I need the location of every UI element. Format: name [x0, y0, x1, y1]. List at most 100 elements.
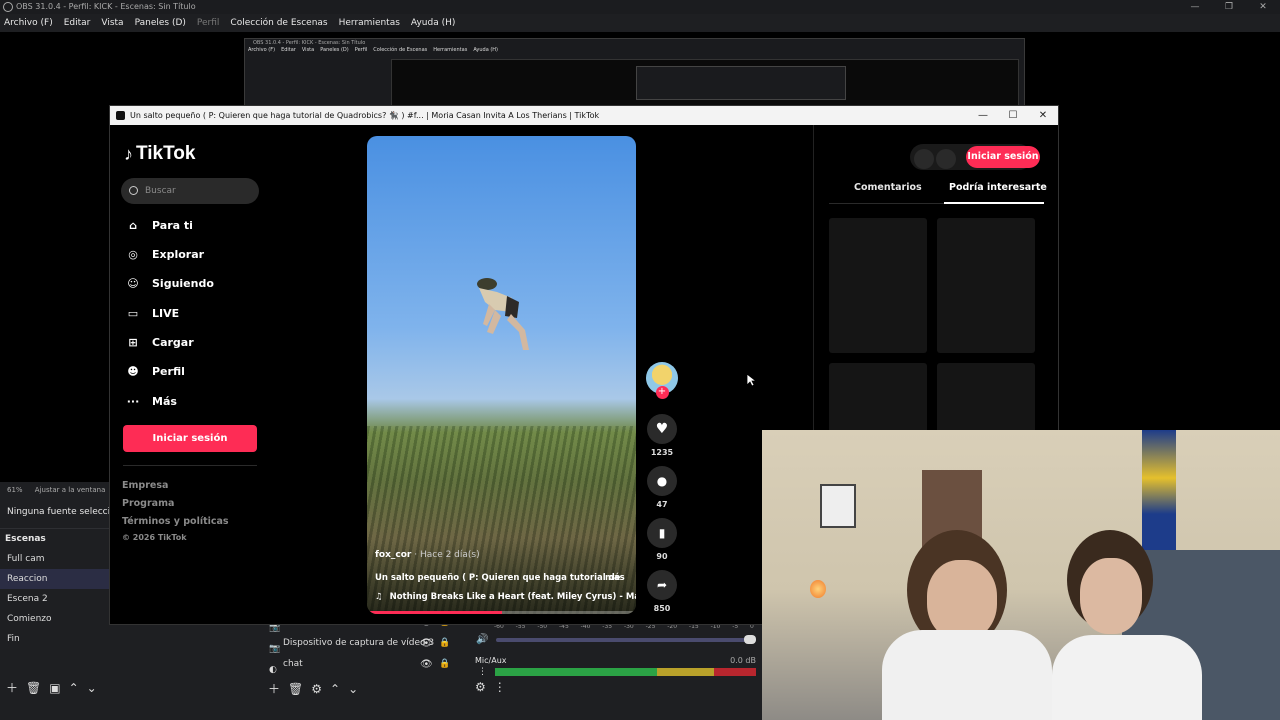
menu-vista[interactable]: Vista — [101, 14, 123, 32]
follow-plus-icon[interactable]: + — [655, 386, 669, 399]
mouse-cursor-icon — [746, 373, 756, 387]
advanced-audio-icon[interactable]: ⚙ — [475, 680, 486, 694]
close-icon[interactable]: ✕ — [1246, 0, 1280, 14]
login-button[interactable]: Iniciar sesión — [123, 425, 257, 452]
search-input[interactable]: Buscar — [121, 178, 259, 204]
search-icon — [129, 186, 138, 195]
source-row[interactable]: 📷 Dispositivo de captura de vídeo 3 👁 🔒 — [262, 633, 468, 654]
video-author-line[interactable]: fox_cor · Hace 2 día(s) — [375, 550, 480, 560]
source-label: Dispositivo de captura de vídeo 3 — [283, 638, 435, 648]
nested-menu-item: Perfil — [354, 47, 368, 53]
visibility-eye-icon[interactable]: 👁 — [420, 654, 433, 675]
sidebar-divider — [123, 465, 257, 466]
nav-cargar[interactable]: ⊞ Cargar — [124, 331, 193, 353]
comment-bubble-icon[interactable]: ● — [647, 466, 677, 496]
tiktok-note-icon: ♪ — [124, 143, 133, 164]
compass-icon[interactable] — [914, 149, 934, 169]
lock-icon[interactable]: 🔒 — [439, 633, 450, 654]
phone-icon[interactable] — [936, 149, 956, 169]
move-up-icon[interactable]: ⌃ — [69, 681, 79, 695]
caption-more-link[interactable]: más — [605, 573, 625, 583]
move-up-icon[interactable]: ⌃ — [330, 682, 340, 696]
video-author[interactable]: fox_cor — [375, 550, 411, 560]
volume-fader[interactable] — [496, 634, 756, 644]
footer-copyright: © 2026 TikTok — [122, 533, 187, 542]
menu-herramientas[interactable]: Herramientas — [339, 14, 400, 32]
audio-mixer-panel: -60 -55 -50 -45 -40 -35 -30 -25 -20 -15 … — [472, 612, 762, 700]
speaker-icon[interactable]: 🔊 — [476, 634, 488, 645]
filters-icon[interactable]: ▣ — [49, 681, 60, 695]
menu-paneles[interactable]: Paneles (D) — [135, 14, 186, 32]
add-source-icon[interactable]: ＋ — [268, 680, 280, 697]
heart-icon[interactable]: ♥ — [647, 414, 677, 444]
tab-comentarios[interactable]: Comentarios — [854, 182, 922, 193]
obs-title-bar: OBS 31.0.4 - Perfil: KICK - Escenas: Sin… — [0, 0, 1280, 14]
suggested-thumbnail[interactable] — [829, 218, 927, 353]
minimize-icon[interactable]: — — [968, 106, 998, 125]
move-down-icon[interactable]: ⌄ — [87, 681, 97, 695]
nav-explorar[interactable]: ◎ Explorar — [124, 243, 204, 265]
tab-podria-interesarte[interactable]: Podría interesarte — [949, 182, 1047, 193]
nested-obs-preview-deep — [636, 66, 846, 100]
music-note-icon: ♫ — [375, 592, 383, 602]
video-progress-bar[interactable] — [367, 611, 636, 614]
fader-knob[interactable] — [744, 634, 756, 644]
footer-programa[interactable]: Programa — [122, 498, 174, 509]
nav-label: Más — [152, 394, 177, 408]
menu-ayuda[interactable]: Ayuda (H) — [411, 14, 455, 32]
bookmark-icon[interactable]: ▮ — [647, 518, 677, 548]
move-down-icon[interactable]: ⌄ — [348, 682, 358, 696]
tiktok-wordmark: TikTok — [136, 143, 196, 164]
visibility-eye-icon[interactable]: 👁 — [420, 633, 433, 654]
video-player[interactable]: fox_cor · Hace 2 día(s) Un salto pequeño… — [367, 136, 636, 614]
kebab-icon[interactable]: ⋮ — [478, 667, 487, 677]
lock-icon[interactable]: 🔒 — [439, 654, 450, 675]
active-tab-underline — [944, 202, 1044, 204]
menu-editar[interactable]: Editar — [64, 14, 91, 32]
more-icon: ··· — [126, 394, 140, 408]
menu-archivo[interactable]: Archivo (F) — [4, 14, 53, 32]
scene-item[interactable]: Fin — [0, 629, 258, 649]
footer-terminos[interactable]: Términos y políticas — [122, 516, 229, 527]
menu-coleccion[interactable]: Colección de Escenas — [230, 14, 327, 32]
video-music-line[interactable]: ♫ Nothing Breaks Like a Heart (feat. Mil… — [375, 592, 636, 602]
login-button[interactable]: Iniciar sesión — [966, 146, 1040, 168]
creator-avatar[interactable]: + — [646, 362, 678, 399]
volume-row: 🔊 — [472, 634, 762, 645]
nav-para-ti[interactable]: ⌂ Para ti — [124, 214, 193, 236]
comment-action[interactable]: ● 47 — [646, 466, 678, 509]
person-right-face — [1080, 558, 1142, 634]
mixer-menu-icon[interactable]: ⋮ — [494, 680, 506, 694]
maximize-icon[interactable]: ☐ — [998, 106, 1028, 125]
globe-icon: ◐ — [269, 664, 277, 675]
add-scene-icon[interactable]: ＋ — [6, 679, 18, 696]
nav-label: Explorar — [152, 247, 205, 261]
suggested-thumbnail[interactable] — [937, 218, 1035, 353]
minimize-icon[interactable]: — — [1178, 0, 1212, 14]
browser-title-bar: Un salto pequeño ( P: Quieren que haga t… — [110, 106, 1058, 125]
menu-perfil[interactable]: Perfil — [197, 14, 220, 32]
close-icon[interactable]: ✕ — [1028, 106, 1058, 125]
delete-scene-icon[interactable]: 🗑 — [26, 681, 41, 695]
nav-label: Perfil — [152, 364, 185, 378]
save-action[interactable]: ▮ 90 — [646, 518, 678, 561]
share-arrow-icon[interactable]: ➦ — [647, 570, 677, 600]
maximize-icon[interactable]: ❐ — [1212, 0, 1246, 14]
nav-mas[interactable]: ··· Más — [124, 390, 177, 412]
nav-live[interactable]: ▭ LIVE — [124, 302, 179, 324]
nested-obs-menu: Archivo (F) Editar Vista Paneles (D) Per… — [245, 47, 1024, 53]
delete-source-icon[interactable]: 🗑 — [288, 682, 303, 696]
settings-gear-icon[interactable]: ⚙ — [311, 682, 322, 696]
source-row[interactable]: ◐ chat 👁 🔒 — [262, 654, 468, 675]
compass-icon: ◎ — [128, 247, 138, 261]
zoom-fit-label[interactable]: Ajustar a la ventana — [35, 486, 106, 494]
scenes-toolbar: ＋ 🗑 ▣ ⌃ ⌄ — [6, 679, 97, 696]
share-action[interactable]: ➦ 850 — [646, 570, 678, 613]
footer-empresa[interactable]: Empresa — [122, 480, 168, 491]
nav-siguiendo[interactable]: ☺ Siguiendo — [124, 272, 214, 294]
tiktok-logo[interactable]: ♪ TikTok — [124, 143, 195, 165]
zoom-value: 61% — [7, 486, 23, 494]
like-action[interactable]: ♥ 1235 — [646, 414, 678, 457]
nav-perfil[interactable]: ☻ Perfil — [124, 360, 185, 382]
nested-obs-title: OBS 31.0.4 - Perfil: KICK - Escenas: Sin… — [253, 40, 366, 46]
